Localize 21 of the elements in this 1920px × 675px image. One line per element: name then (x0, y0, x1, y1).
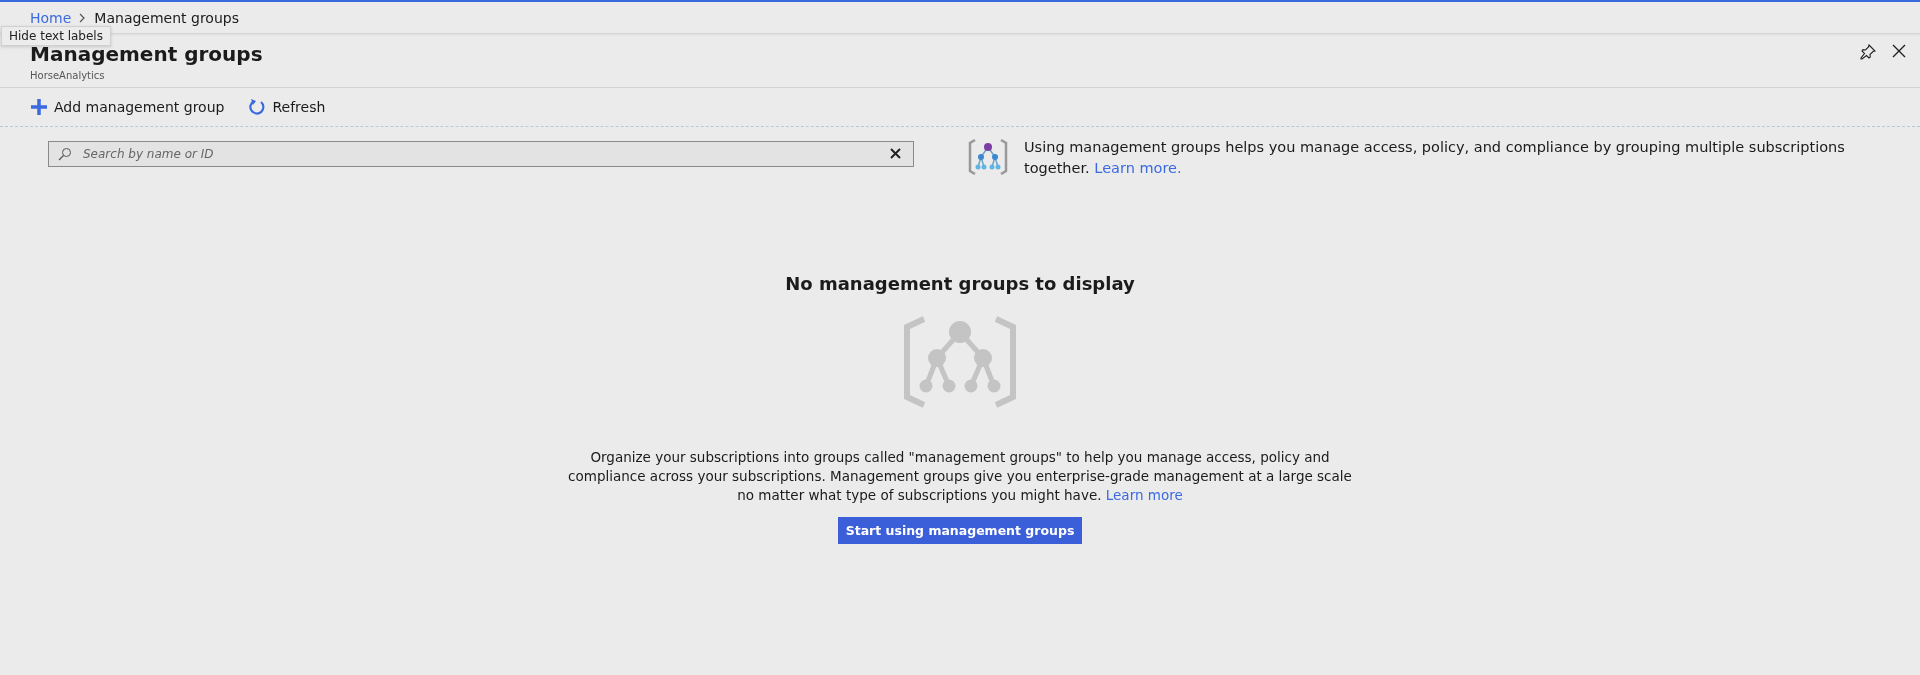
clear-icon[interactable] (890, 148, 901, 159)
hierarchy-icon (902, 316, 1018, 408)
breadcrumb-link[interactable]: Home (30, 9, 72, 26)
toolbar-button[interactable]: Add management group (28, 96, 227, 118)
plus-icon (30, 98, 48, 116)
empty-state-title: No management groups to display (785, 273, 1135, 294)
learn-more-link[interactable]: Learn more (1105, 487, 1183, 503)
search-icon (58, 147, 72, 161)
toolbar-button[interactable]: Refresh (246, 96, 328, 118)
learn-more-link[interactable]: Learn more. (1094, 160, 1182, 176)
breadcrumb-current: Management groups (94, 9, 239, 26)
info-text: Using management groups helps you manage access, policy, and compliance by grouping multiple subscriptions together. Learn more. (1024, 138, 1846, 178)
empty-state-description: Organize your subscriptions into groups called "management groups" to help you manage access, policy and compliance across your subscriptions. Management groups give you enterprise-grade management at a large scale no matter what type of subscriptions you might have. Learn more (567, 448, 1353, 505)
tooltip: Hide text labels (1, 26, 111, 46)
blade-subtitle: HorseAnalytics (30, 70, 106, 81)
search-field[interactable]: Search by name or ID (48, 141, 914, 167)
refresh-icon (248, 98, 267, 116)
pin-icon[interactable] (1858, 42, 1878, 62)
close-icon[interactable] (1890, 42, 1908, 60)
hierarchy-icon (966, 137, 1010, 177)
start-button[interactable]: Start using management groups (838, 517, 1082, 544)
